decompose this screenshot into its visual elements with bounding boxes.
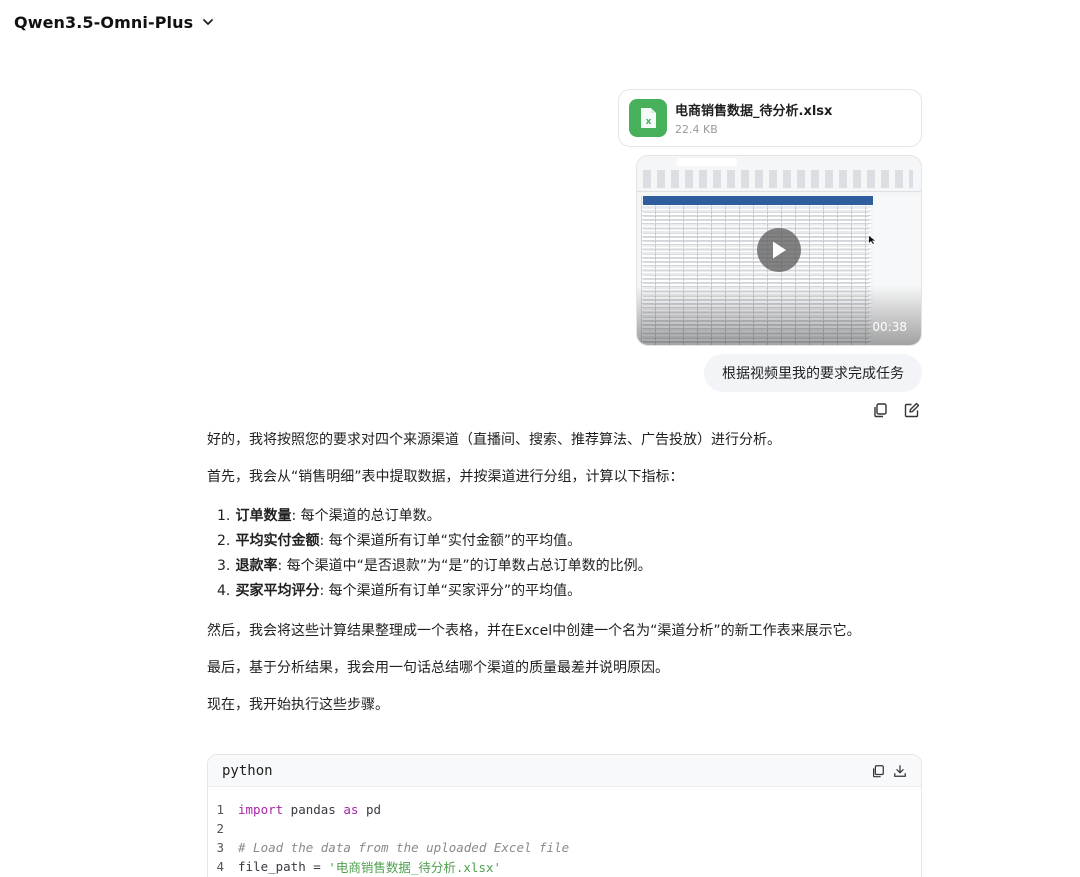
code-body: 1 import pandas as pd 2 3 # Load the dat… <box>208 787 921 876</box>
attachment-card[interactable]: x 电商销售数据_待分析.xlsx 22.4 KB <box>618 89 922 147</box>
video-overlay <box>637 285 921 345</box>
line-number: 4 <box>216 859 224 874</box>
code-string: '电商销售数据_待分析.xlsx' <box>328 860 502 875</box>
reply-step-1: 首先，我会从“销售明细”表中提取数据，并按渠道进行分组，计算以下指标： <box>207 469 684 485</box>
play-button[interactable] <box>757 228 801 272</box>
list-item: 2. 平均实付金额: 每个渠道所有订单“实付金额”的平均值。 <box>217 529 922 554</box>
line-number: 2 <box>216 821 224 836</box>
line-number: 3 <box>216 840 224 855</box>
video-attachment[interactable]: 00:38 <box>636 155 922 346</box>
code-line: 3 # Load the data from the uploaded Exce… <box>208 838 921 857</box>
user-message-bubble: 根据视频里我的要求完成任务 <box>704 354 922 392</box>
list-number: 4. <box>217 583 231 599</box>
line-number: 1 <box>216 802 224 817</box>
list-item: 1. 订单数量: 每个渠道的总订单数。 <box>217 504 922 529</box>
list-number: 3. <box>217 558 231 574</box>
code-block: python 1 import pandas as pd 2 3 # Load … <box>207 754 922 877</box>
download-icon[interactable] <box>893 764 907 778</box>
excel-file-icon: x <box>629 99 667 137</box>
metric-name: 退款率 <box>235 558 278 574</box>
spreadsheet-header-row <box>643 196 873 205</box>
code-text: pandas <box>283 802 344 817</box>
chevron-down-icon <box>203 19 214 25</box>
code-language: python <box>222 762 273 779</box>
code-text: pd <box>358 802 382 817</box>
model-selector[interactable]: Qwen3.5-Omni-Plus <box>14 10 215 34</box>
metric-name: 平均实付金额 <box>235 533 320 549</box>
code-block-header: python <box>208 755 921 787</box>
reply-step-4: 现在，我开始执行这些步骤。 <box>207 697 389 713</box>
list-item: 4. 买家平均评分: 每个渠道所有订单“买家评分”的平均值。 <box>217 579 922 604</box>
list-number: 2. <box>217 533 231 549</box>
list-number: 1. <box>217 508 231 524</box>
edit-icon[interactable] <box>904 402 920 418</box>
play-icon <box>773 241 786 259</box>
code-line: 4 file_path = '电商销售数据_待分析.xlsx' <box>208 857 921 876</box>
message-actions <box>872 402 920 418</box>
metric-desc: : 每个渠道所有订单“实付金额”的平均值。 <box>319 533 582 549</box>
metric-name: 买家平均评分 <box>235 583 320 599</box>
mouse-cursor-icon <box>869 236 875 244</box>
spreadsheet-tab <box>677 158 737 166</box>
list-item: 3. 退款率: 每个渠道中“是否退款”为“是”的订单数占总订单数的比例。 <box>217 554 922 579</box>
svg-text:x: x <box>646 117 652 127</box>
copy-code-icon[interactable] <box>871 764 885 778</box>
metrics-list: 1. 订单数量: 每个渠道的总订单数。 2. 平均实付金额: 每个渠道所有订单“… <box>217 504 922 604</box>
spreadsheet-tools <box>643 170 913 188</box>
reply-intro: 好的，我将按照您的要求对四个来源渠道（直播间、搜索、推荐算法、广告投放）进行分析… <box>207 432 781 448</box>
code-line: 1 import pandas as pd <box>208 800 921 819</box>
metric-desc: : 每个渠道的总订单数。 <box>291 508 441 524</box>
assistant-message: 好的，我将按照您的要求对四个来源渠道（直播间、搜索、推荐算法、广告投放）进行分析… <box>207 430 922 732</box>
metric-desc: : 每个渠道所有订单“买家评分”的平均值。 <box>319 583 582 599</box>
attachment-file-name: 电商销售数据_待分析.xlsx <box>675 104 833 119</box>
code-line: 2 <box>208 819 921 838</box>
metric-name: 订单数量 <box>235 508 292 524</box>
code-keyword: as <box>343 802 359 817</box>
code-actions <box>871 764 907 778</box>
video-duration: 00:38 <box>872 320 907 334</box>
code-text: file_path = <box>238 859 329 874</box>
reply-step-2: 然后，我会将这些计算结果整理成一个表格，并在Excel中创建一个名为“渠道分析”… <box>207 623 861 639</box>
attachment-file-size: 22.4 KB <box>675 123 718 136</box>
spreadsheet-toolbar <box>637 156 921 192</box>
model-name: Qwen3.5-Omni-Plus <box>14 12 194 32</box>
copy-icon[interactable] <box>872 402 888 418</box>
code-keyword: import <box>238 802 284 817</box>
user-message-text: 根据视频里我的要求完成任务 <box>722 366 904 382</box>
code-comment: # Load the data from the uploaded Excel … <box>238 840 570 855</box>
metric-desc: : 每个渠道中“是否退款”为“是”的订单数占总订单数的比例。 <box>277 558 652 574</box>
reply-step-3: 最后，基于分析结果，我会用一句话总结哪个渠道的质量最差并说明原因。 <box>207 660 669 676</box>
